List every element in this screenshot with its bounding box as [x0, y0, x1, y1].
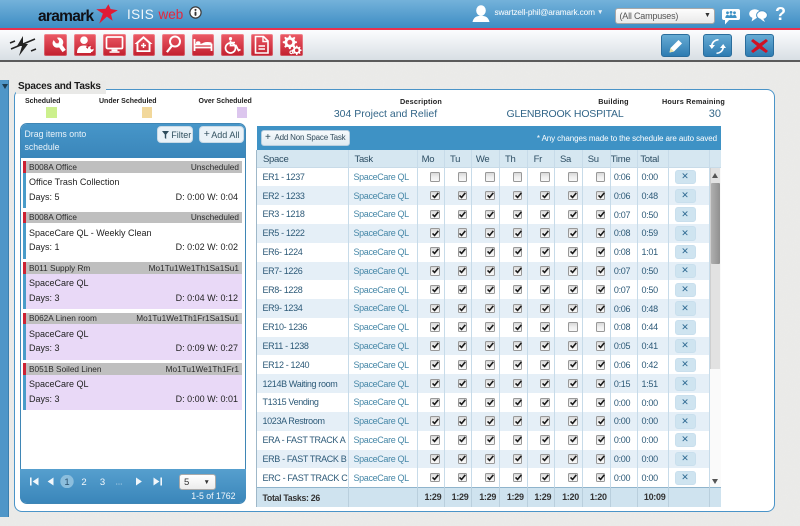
svg-text:...: ... — [116, 477, 123, 486]
svg-text:1: 1 — [64, 477, 69, 488]
svg-text:2: 2 — [81, 477, 86, 488]
svg-text:3: 3 — [100, 477, 105, 488]
